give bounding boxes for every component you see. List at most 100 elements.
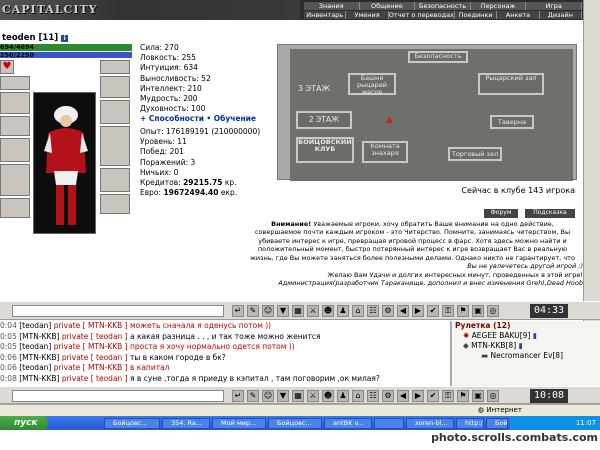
chat-recipient[interactable]: private [ MTN-KKB ]: [54, 342, 128, 351]
smile-icon[interactable]: ☺: [262, 305, 274, 317]
user-icon[interactable]: ☻: [322, 390, 334, 402]
send-icon[interactable]: ↵: [232, 390, 244, 402]
clear-icon[interactable]: ✎: [247, 390, 259, 402]
filter-icon[interactable]: ▼: [277, 305, 289, 317]
forum-button[interactable]: Форум: [484, 209, 518, 218]
forward-icon[interactable]: ▶: [412, 390, 424, 402]
flag-icon[interactable]: ⚑: [457, 305, 469, 317]
user-name[interactable]: Necromancer Ev[8]: [490, 351, 563, 360]
menu-transfers[interactable]: Отчет о переводах: [389, 11, 455, 19]
filter-icon[interactable]: ▼: [277, 390, 289, 402]
user-item[interactable]: ✸ AEGEE BAKU[9] ▮: [453, 331, 600, 341]
lock-icon[interactable]: ⚿: [442, 305, 454, 317]
chat-input[interactable]: [12, 305, 224, 317]
run-icon[interactable]: ♟: [337, 305, 349, 317]
chat-sender[interactable]: [teodan]: [19, 321, 51, 330]
info-icon[interactable]: i: [61, 35, 69, 42]
task-button[interactable]: [374, 418, 404, 429]
info-icon[interactable]: ▮: [519, 341, 523, 350]
chat-sender[interactable]: [MTN-KKB]: [19, 374, 59, 383]
menu-fights[interactable]: Поединки: [455, 11, 498, 19]
bag-icon[interactable]: ▣: [472, 390, 484, 402]
chat-icon[interactable]: ▦: [292, 390, 304, 402]
lock-icon[interactable]: ⚿: [442, 390, 454, 402]
menu-security[interactable]: Безопасность: [415, 2, 471, 10]
menu-knowledge[interactable]: Знания: [304, 2, 360, 10]
chat-recipient[interactable]: private [ MTN-KKB ]: [54, 363, 128, 372]
menu-skills[interactable]: Умения: [346, 11, 389, 19]
check-icon[interactable]: ✔: [427, 390, 439, 402]
menu-inventory[interactable]: Инвентарь: [304, 11, 347, 19]
menu-communication[interactable]: Общение: [360, 2, 416, 10]
room-tavern[interactable]: Таверна: [490, 115, 534, 129]
start-button[interactable]: пуск: [0, 416, 48, 430]
people-icon[interactable]: ☷: [367, 390, 379, 402]
task-button[interactable]: Мой мир...: [212, 418, 266, 429]
back-icon[interactable]: ◀: [397, 390, 409, 402]
chat-recipient[interactable]: private [ MTN-KKB ]: [54, 321, 128, 330]
task-button[interactable]: xoren-bl...: [406, 418, 454, 429]
task-button[interactable]: Бойцовс...: [268, 418, 322, 429]
chat-sender[interactable]: [teodan]: [19, 363, 51, 372]
character-name[interactable]: teoden [11] i: [2, 33, 134, 43]
room-trade-hall[interactable]: Торговый зал: [448, 147, 502, 161]
home-icon[interactable]: ⌂: [352, 305, 364, 317]
room-knight-hall[interactable]: Рыцарский зал: [478, 73, 544, 95]
task-button[interactable]: 354. Ra...: [162, 418, 210, 429]
fight-icon[interactable]: ⚔: [307, 305, 319, 317]
people-icon[interactable]: ☷: [367, 305, 379, 317]
hint-button[interactable]: Подсказка: [525, 209, 575, 218]
chat-recipient[interactable]: private [ teodan ]: [62, 353, 128, 362]
bottom-input[interactable]: [12, 390, 224, 402]
abilities-link[interactable]: + Способности: [140, 114, 204, 123]
task-button[interactable]: Бойцовс...: [486, 418, 508, 429]
chat-sender[interactable]: [teodan]: [19, 342, 51, 351]
belt-slot[interactable]: [0, 198, 30, 218]
clear-icon[interactable]: ✎: [247, 305, 259, 317]
flag-icon[interactable]: ⚑: [457, 390, 469, 402]
menu-character[interactable]: Персонаж: [471, 2, 527, 10]
user-name[interactable]: AEGEE BAKU[9]: [472, 331, 531, 340]
helmet-slot[interactable]: [0, 92, 30, 114]
weapon-slot[interactable]: [0, 138, 30, 162]
room-mage-tower[interactable]: Башня рыцарей магов: [348, 73, 396, 95]
settings-icon[interactable]: ⚙: [382, 390, 394, 402]
globe-icon[interactable]: ◎: [487, 305, 499, 317]
floor-3[interactable]: 3 ЭТАЖ: [294, 77, 334, 101]
user-item[interactable]: ▬ Necromancer Ev[8]: [453, 351, 600, 361]
chat-icon[interactable]: ▦: [292, 305, 304, 317]
info-icon[interactable]: ▮: [533, 331, 537, 340]
heart-icon[interactable]: ♥: [0, 60, 14, 74]
extra-slot[interactable]: [100, 194, 130, 214]
send-icon[interactable]: ↵: [232, 305, 244, 317]
task-button[interactable]: Бойцовс...: [104, 418, 160, 429]
forward-icon[interactable]: ▶: [412, 305, 424, 317]
task-button[interactable]: http://w...: [456, 418, 484, 429]
room-security[interactable]: Безопасность: [408, 51, 468, 63]
boots-slot[interactable]: [100, 168, 130, 192]
home-icon[interactable]: ⌂: [352, 390, 364, 402]
chat-sender[interactable]: [MTN-KKB]: [19, 353, 59, 362]
check-icon[interactable]: ✔: [427, 305, 439, 317]
run-icon[interactable]: ♟: [337, 390, 349, 402]
settings-icon[interactable]: ⚙: [382, 305, 394, 317]
user-item[interactable]: ◆ MTN-KKB[8] ▮: [453, 341, 600, 351]
offhand-slot[interactable]: [100, 100, 130, 124]
back-icon[interactable]: ◀: [397, 305, 409, 317]
bag-icon[interactable]: ▣: [472, 305, 484, 317]
floor-2[interactable]: 2 ЭТАЖ: [296, 111, 352, 129]
fight-icon[interactable]: ⚔: [307, 390, 319, 402]
training-link[interactable]: • Обучение: [206, 114, 256, 123]
menu-design[interactable]: Дизайн: [540, 11, 583, 19]
chat-recipient[interactable]: private [ teodan ]: [62, 332, 128, 341]
task-button[interactable]: antBK v...: [324, 418, 372, 429]
equip-slot[interactable]: [0, 76, 30, 90]
gloves-slot[interactable]: [100, 76, 130, 98]
menu-game[interactable]: Игра: [526, 2, 582, 10]
chat-recipient[interactable]: private [ teodan ]: [62, 374, 128, 383]
room-healer[interactable]: Комната знахаря: [362, 141, 408, 163]
room-fight-club[interactable]: БОЙЦОВСКИЙ КЛУБ: [296, 137, 354, 163]
window-scrollbar[interactable]: [583, 0, 600, 322]
chat-sender[interactable]: [MTN-KKB]: [19, 332, 59, 341]
menu-profile[interactable]: Анкета: [497, 11, 540, 19]
